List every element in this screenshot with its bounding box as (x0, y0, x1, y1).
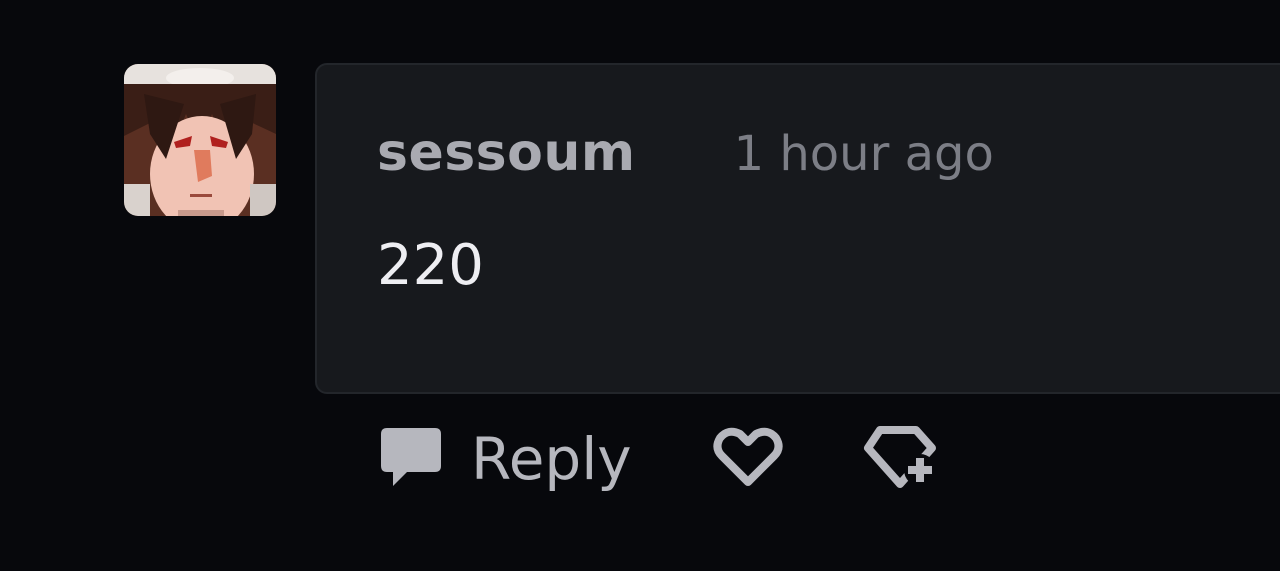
comment: sessoum 1 hour ago 220 Reply (0, 0, 1280, 571)
comment-text: 220 (377, 233, 484, 298)
comment-author[interactable]: sessoum (377, 123, 636, 183)
avatar-image (124, 64, 276, 216)
avatar[interactable] (124, 64, 276, 216)
comment-bubble-icon (377, 424, 443, 494)
reply-button[interactable]: Reply (377, 424, 632, 494)
award-plus-icon (862, 422, 938, 496)
reply-label: Reply (471, 425, 632, 493)
award-button[interactable] (862, 422, 938, 496)
comment-timestamp[interactable]: 1 hour ago (734, 126, 994, 182)
comment-bubble: sessoum 1 hour ago 220 (315, 63, 1280, 394)
comment-meta: sessoum 1 hour ago (377, 123, 994, 183)
like-button[interactable] (712, 424, 784, 494)
comment-actions: Reply (377, 422, 938, 496)
heart-icon (712, 424, 784, 494)
